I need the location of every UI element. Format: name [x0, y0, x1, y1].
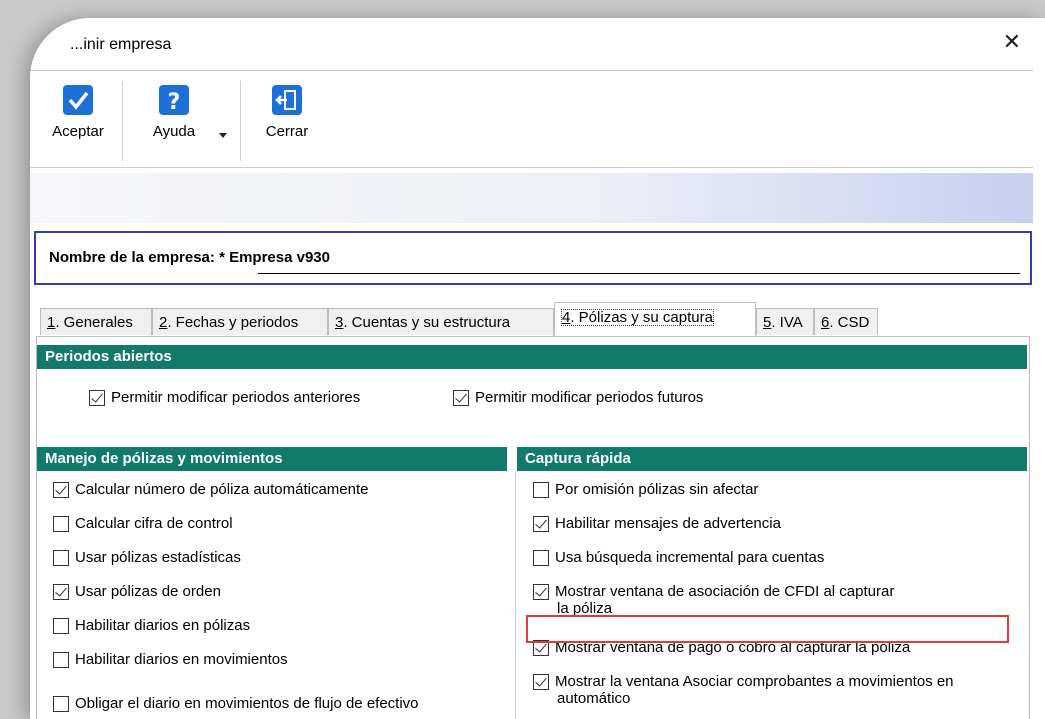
tab-label: . CSD	[829, 314, 870, 331]
checkbox-label: Permitir modificar periodos futuros	[475, 389, 704, 406]
help-label: Ayuda	[152, 123, 196, 140]
tab-polizas[interactable]: 4. Pólizas y su captura	[554, 302, 756, 336]
window-title: ...inir empresa	[70, 36, 172, 53]
checkbox-box[interactable]	[53, 696, 69, 712]
checkbox-diarios-movimientos[interactable]: Habilitar diarios en movimientos	[53, 651, 288, 668]
checkbox-label: Por omisión pólizas sin afectar	[555, 481, 759, 498]
checkbox-busqueda-incremental[interactable]: Usa búsqueda incremental para cuentas	[533, 549, 824, 566]
checkbox-box[interactable]	[53, 516, 69, 532]
highlight-box	[526, 615, 1009, 643]
check-icon	[63, 85, 93, 115]
checkbox-periodos-anteriores[interactable]: Permitir modificar periodos anteriores	[89, 389, 360, 406]
title-bar: ...inir empresa ✕	[30, 18, 1045, 68]
checkbox-box[interactable]	[453, 390, 469, 406]
checkbox-label: Usar pólizas estadísticas	[75, 549, 241, 566]
company-name-field[interactable]: * Empresa v930	[219, 249, 330, 266]
checkbox-label: Usar pólizas de orden	[75, 583, 221, 600]
column-divider	[515, 472, 516, 719]
checkbox-periodos-futuros[interactable]: Permitir modificar periodos futuros	[453, 389, 703, 406]
tab-panel: Periodos abiertos Permitir modificar per…	[36, 336, 1030, 719]
periodos-header: Periodos abiertos	[37, 345, 1027, 369]
checkbox-label: Permitir modificar periodos anteriores	[111, 389, 361, 406]
checkbox-label: Habilitar diarios en movimientos	[75, 651, 288, 668]
checkbox-polizas-estadisticas[interactable]: Usar pólizas estadísticas	[53, 549, 241, 566]
checkbox-label: Calcular número de póliza automáticament…	[75, 481, 369, 498]
tab-label-focus: 4. Pólizas y su captura	[561, 309, 714, 326]
checkbox-box[interactable]	[533, 674, 549, 690]
checkbox-calcular-numero[interactable]: Calcular número de póliza automáticament…	[53, 481, 369, 498]
tab-label: . Cuentas y su estructura	[343, 314, 511, 331]
checkbox-label: Usa búsqueda incremental para cuentas	[555, 549, 825, 566]
toolbar: Aceptar ? Ayuda Cerrar	[30, 70, 1033, 168]
checkbox-polizas-sin-afectar[interactable]: Por omisión pólizas sin afectar	[533, 481, 758, 498]
close-button[interactable]: Cerrar	[252, 79, 322, 140]
checkbox-diarios-polizas[interactable]: Habilitar diarios en pólizas	[53, 617, 250, 634]
checkbox-box[interactable]	[53, 618, 69, 634]
define-company-window: ...inir empresa ✕ Aceptar ? Ayuda Cerrar	[30, 18, 1045, 719]
checkbox-asociar-comprobantes[interactable]: Mostrar la ventana Asociar comprobantes …	[533, 673, 954, 707]
checkbox-polizas-orden[interactable]: Usar pólizas de orden	[53, 583, 221, 600]
accept-button[interactable]: Aceptar	[38, 79, 118, 140]
question-icon: ?	[159, 85, 189, 115]
checkbox-label-line1: Mostrar ventana de asociación de CFDI al…	[555, 583, 895, 600]
tab-cuentas[interactable]: 3. Cuentas y su estructura	[328, 308, 554, 335]
checkbox-box[interactable]	[53, 550, 69, 566]
checkbox-box[interactable]	[533, 584, 549, 600]
checkbox-box[interactable]	[533, 482, 549, 498]
toolbar-separator	[240, 81, 241, 161]
checkbox-obligar-diario[interactable]: Obligar el diario en movimientos de fluj…	[53, 695, 419, 712]
svg-text:?: ?	[168, 90, 181, 115]
checkbox-mensajes-advertencia[interactable]: Habilitar mensajes de advertencia	[533, 515, 781, 532]
close-label: Cerrar	[265, 123, 309, 140]
checkbox-box[interactable]	[53, 584, 69, 600]
tab-iva[interactable]: 5. IVA	[756, 308, 814, 335]
checkbox-label: Calcular cifra de control	[75, 515, 233, 532]
checkbox-label-line2: automático	[557, 690, 631, 707]
help-dropdown-arrow-icon[interactable]	[219, 133, 227, 138]
checkbox-label-line1: Mostrar la ventana Asociar comprobantes …	[555, 673, 954, 690]
tab-label: . IVA	[771, 314, 803, 331]
company-name-caption: Nombre de la empresa:	[49, 249, 215, 266]
checkbox-box[interactable]	[53, 482, 69, 498]
checkbox-label: Habilitar diarios en pólizas	[75, 617, 251, 634]
checkbox-box[interactable]	[53, 652, 69, 668]
close-window-button[interactable]: ✕	[1003, 31, 1021, 53]
checkbox-asociacion-cfdi[interactable]: Mostrar ventana de asociación de CFDI al…	[533, 583, 894, 617]
exit-door-icon	[272, 85, 302, 115]
manejo-header: Manejo de pólizas y movimientos	[37, 447, 507, 471]
help-button[interactable]: ? Ayuda	[134, 79, 214, 140]
checkbox-box[interactable]	[89, 390, 105, 406]
tab-label: . Generales	[55, 314, 133, 331]
accept-label: Aceptar	[52, 123, 104, 140]
checkbox-label: Mostrar la ventana Asociar comprobantes …	[555, 673, 954, 707]
header-gradient-bar	[30, 173, 1033, 223]
company-name-label: Nombre de la empresa: * Empresa v930	[49, 249, 330, 266]
tab-csd[interactable]: 6. CSD	[814, 308, 878, 335]
tab-label: . Pólizas y su captura	[570, 309, 713, 326]
captura-header: Captura rápida	[517, 447, 1027, 471]
checkbox-box[interactable]	[533, 516, 549, 532]
checkbox-box[interactable]	[533, 550, 549, 566]
checkbox-cifra-control[interactable]: Calcular cifra de control	[53, 515, 233, 532]
checkbox-label: Mostrar ventana de asociación de CFDI al…	[555, 583, 894, 617]
checkbox-label: Habilitar mensajes de advertencia	[555, 515, 781, 532]
checkbox-label: Obligar el diario en movimientos de fluj…	[75, 695, 419, 712]
tab-generales[interactable]: 1. Generales	[40, 308, 152, 335]
company-name-box: Nombre de la empresa: * Empresa v930	[34, 231, 1032, 285]
company-name-underline	[258, 273, 1020, 274]
tab-label: . Fechas y periodos	[167, 314, 299, 331]
tab-fechas[interactable]: 2. Fechas y periodos	[152, 308, 328, 335]
toolbar-separator	[122, 81, 123, 161]
